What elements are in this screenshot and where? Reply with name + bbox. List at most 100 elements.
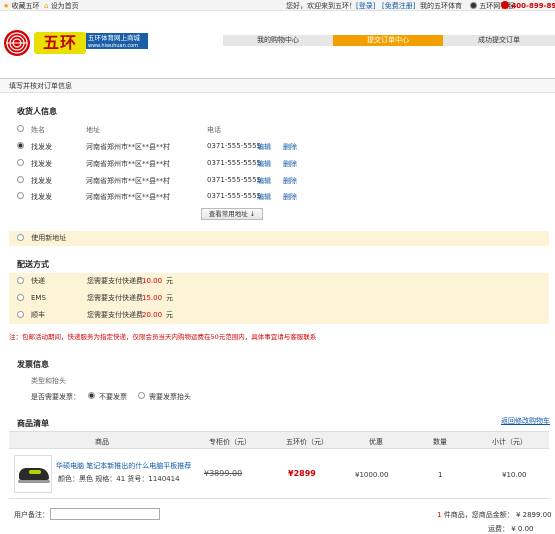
address-text: 河南省郑州市**区**县**村: [86, 177, 170, 185]
edit-address-link[interactable]: 编辑: [257, 176, 271, 186]
delete-address-link[interactable]: 删除: [283, 142, 297, 152]
address-name: 找发发: [31, 193, 52, 201]
new-address-label: 使用新地址: [31, 234, 67, 242]
freight-value: ¥ 0.00: [511, 525, 534, 533]
delete-address-link[interactable]: 删除: [283, 176, 297, 186]
products-title: 商品清单: [17, 419, 49, 428]
freight-label: 运费：: [488, 525, 509, 533]
shipping-fee: 20.00: [142, 311, 163, 319]
my-account-link[interactable]: 我的五环体育: [420, 1, 462, 11]
shipping-option-sf[interactable]: 顺丰 您需要支付快递费 20.00 元: [9, 307, 173, 324]
address-text: 河南省郑州市**区**县**村: [86, 143, 170, 151]
shipping-radio[interactable]: [17, 277, 24, 284]
products-table-header: 商品 专柜价（元） 五环价（元） 优惠 数量 小计（元）: [9, 431, 549, 449]
discount: ¥1000.00: [355, 471, 389, 479]
address-name: 找发发: [31, 143, 52, 151]
address-name: 找发发: [31, 177, 52, 185]
th-qty: 数量: [433, 438, 447, 446]
shipping-name: 快递: [31, 277, 45, 285]
shoe-sole: [18, 480, 50, 483]
shipping-title: 配送方式: [17, 260, 49, 269]
product-specs: 颜色：黑色 规格：41 货号：1140414: [58, 474, 180, 484]
product-color: 颜色：黑色: [58, 475, 93, 483]
home-icon: ⌂: [44, 2, 49, 10]
step-submit-order: 提交订单中心: [333, 35, 443, 46]
shipping-fee-prefix: 您需要支付快递费: [87, 294, 143, 302]
product-name: 笔记本新推出的什么电脑平板推荐: [86, 462, 192, 470]
remark-input[interactable]: [50, 508, 160, 520]
shipping-name: 顺丰: [31, 311, 45, 319]
invoice-title: 发票信息: [17, 360, 49, 369]
th-discount: 优惠: [369, 438, 383, 446]
shipping-notice: 注：包邮活动期间，快递服务为指定快递，仅限会员当天内购物运费在50元范围内，具体…: [9, 333, 317, 341]
shipping-option-express[interactable]: 快递 您需要支付快递费 10.00 元: [9, 273, 173, 290]
address-text: 河南省郑州市**区**县**村: [86, 193, 170, 201]
phone-icon: [501, 1, 509, 9]
shipping-radio[interactable]: [17, 294, 24, 301]
invoice-header-radio[interactable]: [138, 392, 145, 399]
shipping-name: EMS: [31, 294, 46, 302]
consignee-title: 收货人信息: [17, 107, 57, 116]
star-icon: ★: [3, 2, 10, 10]
shoe-icon: [19, 468, 49, 480]
address-phone: 0371-555-5555: [207, 159, 262, 167]
remark-label: 用户备注：: [14, 511, 49, 519]
col-address: 地址: [86, 126, 100, 134]
product-title-link[interactable]: 华硕电脑 笔记本新推出的什么电脑平板推荐: [56, 461, 191, 471]
hotline: 400-899-8968: [501, 1, 555, 10]
address-name: 找发发: [31, 160, 52, 168]
shipping-radio[interactable]: [17, 311, 24, 318]
no-invoice-label: 不要发票: [99, 393, 127, 401]
shipping-options: 快递 您需要支付快递费 10.00 元 EMS 您需要支付快递费 15.00 元…: [9, 273, 549, 324]
th-price: 五环价（元）: [286, 438, 328, 446]
shipping-unit: 元: [166, 311, 173, 319]
col-name: 姓名: [31, 126, 45, 134]
homepage-link[interactable]: ⌂ 设为首页: [44, 1, 79, 11]
shipping-fee: 10.00: [142, 277, 163, 285]
invoice-type-label: 类型和抬头: [31, 377, 66, 385]
logo-url: www.hiwuhuan.com: [88, 43, 139, 49]
product-sku: 货号：1140414: [127, 475, 180, 483]
edit-address-link[interactable]: 编辑: [257, 159, 271, 169]
edit-address-link[interactable]: 编辑: [257, 192, 271, 202]
back-to-cart-link[interactable]: 返回修改购物车: [501, 416, 550, 426]
edit-address-link[interactable]: 编辑: [257, 142, 271, 152]
order-progress-steps: 我的购物中心 提交订单中心 成功提交订单: [223, 35, 555, 46]
address-radio[interactable]: [17, 176, 24, 183]
address-radio[interactable]: [17, 159, 24, 166]
favorite-link[interactable]: ★ 收藏五环: [3, 1, 40, 11]
rings-logo-icon[interactable]: [3, 28, 31, 58]
delete-address-link[interactable]: 删除: [283, 159, 297, 169]
col-phone: 电话: [207, 126, 221, 134]
address-radio[interactable]: [17, 192, 24, 199]
shipping-option-ems[interactable]: EMS 您需要支付快递费 15.00 元: [9, 290, 173, 307]
logo-wordmark[interactable]: 五环: [34, 32, 86, 54]
invoice-header-label: 需要发票抬头: [149, 393, 191, 401]
delete-address-link[interactable]: 删除: [283, 192, 297, 202]
radio-select-all[interactable]: [17, 125, 24, 132]
shipping-fee-prefix: 您需要支付快递费: [87, 311, 143, 319]
register-link[interactable]: [免费注册]: [382, 1, 415, 11]
address-text: 河南省郑州市**区**县**村: [86, 160, 170, 168]
qq-icon: [470, 2, 477, 9]
top-bar: ★ 收藏五环 ⌂ 设为首页 您好，欢迎来到五环！ [登录] [免费注册] 我的五…: [0, 0, 555, 11]
list-price: ¥3899.00: [204, 469, 243, 478]
product-image[interactable]: [14, 455, 52, 493]
shipping-fee: 15.00: [142, 294, 163, 302]
subtotal: ¥10.00: [502, 471, 527, 479]
new-address-row[interactable]: 使用新地址: [9, 231, 549, 246]
view-addresses-button[interactable]: 查看常用地址 ↓: [201, 208, 263, 220]
no-invoice-radio[interactable]: [88, 392, 95, 399]
step-order-success: 成功提交订单: [443, 35, 555, 46]
welcome-text: 您好，欢迎来到五环！: [286, 2, 356, 10]
shipping-fee-prefix: 您需要支付快递费: [87, 277, 143, 285]
address-phone: 0371-555-5555: [207, 176, 262, 184]
address-radio[interactable]: [17, 142, 24, 149]
product-brand: 华硕电脑: [56, 462, 84, 470]
item-count-suffix: 件商品，您商品金额：: [443, 511, 514, 519]
new-address-radio[interactable]: [17, 234, 24, 241]
address-phone: 0371-555-5555: [207, 142, 262, 150]
order-summary: 1 件商品，您商品金额： ¥ 2899.00: [437, 510, 552, 520]
login-link[interactable]: [登录]: [356, 1, 375, 11]
price: ¥2899: [288, 469, 316, 478]
